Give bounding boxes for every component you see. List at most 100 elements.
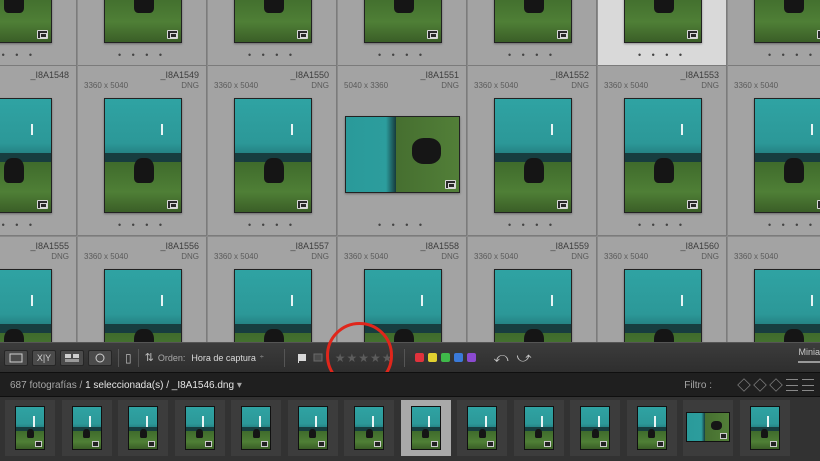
grid-cell[interactable]: _I8A15583360 x 5040DNG• • • • (338, 237, 467, 342)
grid-cell[interactable]: _I8A1553 3360 x 5040 DNG • • • • (598, 66, 727, 236)
filmstrip-thumbnail[interactable] (686, 412, 730, 442)
grid-cell[interactable]: • • • • (208, 0, 337, 66)
rotate-right-icon[interactable]: ⤻ (517, 349, 532, 366)
grid-cell[interactable]: • • • • (78, 0, 207, 66)
path-dropdown-caret[interactable]: ▾ (237, 380, 242, 391)
spray-can-icon[interactable]: ▯ (125, 351, 132, 365)
grid-cell[interactable]: 3360 x 5040• • • • (728, 237, 820, 342)
photo-thumbnail[interactable] (494, 269, 572, 342)
sort-dropdown-caret[interactable]: ÷ (260, 354, 264, 361)
rating-dots[interactable]: • • • • (208, 51, 336, 60)
photo-thumbnail[interactable] (0, 98, 52, 213)
grid-cell[interactable]: • • • • (728, 0, 820, 66)
filmstrip-thumbnail[interactable] (297, 406, 328, 450)
rating-dots[interactable]: • • • • (728, 221, 820, 230)
photo-thumbnail[interactable] (345, 116, 460, 193)
grid-cell[interactable]: _I8A15573360 x 5040DNG• • • • (208, 237, 337, 342)
survey-view-button[interactable] (60, 349, 84, 366)
photo-thumbnail[interactable] (0, 0, 52, 43)
color-label-swatch[interactable] (466, 353, 476, 362)
filmstrip-item[interactable] (174, 400, 225, 456)
photo-thumbnail[interactable] (364, 0, 442, 43)
edited-badge-icon[interactable] (557, 30, 568, 39)
thumbnail-size-slider[interactable] (798, 361, 820, 363)
filmstrip-thumbnail[interactable] (354, 406, 384, 450)
filmstrip-thumbnail[interactable] (467, 406, 497, 450)
filmstrip-item[interactable] (118, 400, 168, 456)
rating-dots[interactable]: • • • • (468, 51, 596, 60)
grid-cell[interactable]: _I8A15603360 x 5040DNG• • • • (598, 237, 727, 342)
filmstrip-thumbnail[interactable] (580, 406, 610, 450)
rating-dots[interactable]: • • • • (468, 221, 596, 230)
rating-dots[interactable]: • • • • (728, 51, 820, 60)
filmstrip-item[interactable] (457, 400, 507, 456)
photo-thumbnail[interactable] (104, 0, 182, 43)
filmstrip-thumbnail[interactable] (184, 406, 215, 450)
grid-view-button[interactable] (4, 349, 28, 366)
photo-thumbnail[interactable] (624, 0, 702, 43)
filmstrip-item[interactable] (231, 400, 281, 456)
filmstrip-item[interactable] (344, 400, 394, 456)
filmstrip-item[interactable] (287, 400, 338, 456)
grid-cell[interactable]: _I8A15563360 x 5040DNG• • • • (78, 237, 207, 342)
color-label-swatch[interactable] (440, 353, 450, 362)
grid-cell[interactable]: • • • • (598, 0, 727, 66)
photo-thumbnail[interactable] (234, 98, 312, 213)
filmstrip-item[interactable] (513, 400, 564, 456)
sort-direction-icon[interactable]: ⇅ (145, 351, 154, 364)
photo-thumbnail[interactable] (754, 0, 820, 43)
rotate-left-icon[interactable]: ⤺ (494, 349, 509, 366)
filmstrip-item[interactable] (5, 400, 55, 456)
edited-badge-icon[interactable] (297, 200, 308, 209)
edited-badge-icon[interactable] (445, 180, 456, 189)
people-view-button[interactable] (88, 349, 112, 366)
grid-cell[interactable]: • • • • (338, 0, 467, 66)
grid-cell[interactable]: • • • • (0, 0, 77, 66)
photo-thumbnail[interactable] (624, 269, 702, 342)
sort-dropdown[interactable]: Hora de captura (191, 353, 256, 363)
edited-badge-icon[interactable] (167, 30, 178, 39)
grid-cell[interactable]: _I8A1551 5040 x 3360 DNG • • • • (338, 66, 467, 236)
grid-cell[interactable]: _I8A1548 • • • • (0, 66, 77, 236)
grid-cell[interactable]: • • • • (468, 0, 597, 66)
photo-thumbnail[interactable] (104, 98, 182, 213)
rating-dots[interactable]: • • • • (338, 51, 466, 60)
color-label-swatch[interactable] (453, 353, 463, 362)
filmstrip-item[interactable] (739, 400, 790, 456)
filmstrip-thumbnail[interactable] (523, 406, 554, 450)
filmstrip-thumbnail[interactable] (410, 406, 441, 450)
filmstrip-item[interactable] (570, 400, 620, 456)
filter-toggle-icon[interactable] (802, 379, 814, 391)
grid-cell[interactable]: _I8A1555DNG• • • • (0, 237, 77, 342)
grid-cell[interactable]: _I8A1550 3360 x 5040 DNG • • • • (208, 66, 337, 236)
photo-thumbnail[interactable] (494, 0, 572, 43)
grid-cell[interactable]: 3360 x 5040• • • • (728, 66, 820, 236)
edited-badge-icon[interactable] (427, 30, 438, 39)
edited-badge-icon[interactable] (167, 200, 178, 209)
photo-thumbnail[interactable] (494, 98, 572, 213)
rating-dots[interactable]: • • • • (0, 221, 76, 230)
filmstrip-thumbnail[interactable] (749, 406, 780, 450)
rating-dots[interactable]: • • • • (78, 221, 206, 230)
edited-badge-icon[interactable] (297, 30, 308, 39)
reject-flag-icon[interactable] (313, 353, 323, 363)
photo-thumbnail[interactable] (0, 269, 52, 342)
photo-thumbnail[interactable] (364, 269, 442, 342)
filter-presets-icon[interactable] (786, 379, 798, 391)
unflagged-filter-icon[interactable] (769, 378, 783, 392)
filmstrip-thumbnail[interactable] (636, 406, 667, 450)
color-label-swatch[interactable] (414, 353, 424, 362)
filmstrip-item[interactable] (626, 400, 677, 456)
filmstrip-thumbnail[interactable] (128, 406, 158, 450)
filmstrip-item[interactable] (400, 400, 451, 456)
grid-cell[interactable]: _I8A1549 3360 x 5040 DNG • • • • (78, 66, 207, 236)
filmstrip-thumbnail[interactable] (15, 406, 45, 450)
rating-dots[interactable]: • • • • (0, 51, 76, 60)
flag-filter-icon[interactable] (737, 378, 751, 392)
rating-dots[interactable]: • • • • (338, 221, 466, 230)
filmstrip-thumbnail[interactable] (71, 406, 102, 450)
compare-view-button[interactable]: X|Y (32, 349, 56, 366)
color-label-swatch[interactable] (427, 353, 437, 362)
rating-dots[interactable]: • • • • (598, 51, 726, 60)
photo-thumbnail[interactable] (104, 269, 182, 342)
